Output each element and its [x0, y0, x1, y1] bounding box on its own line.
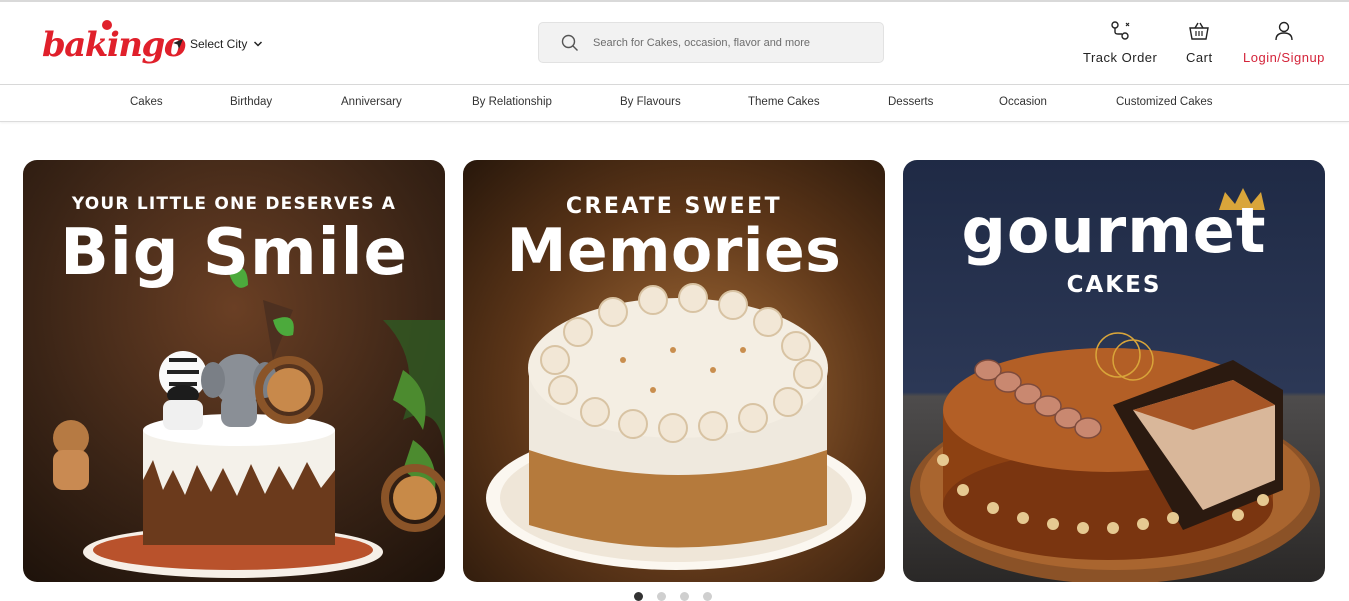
select-city-label: Select City	[190, 37, 248, 51]
logo-text: bakingo	[42, 25, 186, 65]
nav-item-by-relationship[interactable]: By Relationship	[472, 96, 552, 108]
banner-gourmet-cakes[interactable]: gourmet CAKES	[903, 160, 1325, 582]
nav-item-birthday[interactable]: Birthday	[230, 96, 272, 108]
nav-item-anniversary[interactable]: Anniversary	[341, 96, 402, 108]
carousel-dot-1[interactable]	[634, 592, 643, 601]
banner-big-smile[interactable]: YOUR LITTLE ONE DESERVES A Big Smile	[23, 160, 445, 582]
chevron-down-icon	[254, 41, 263, 47]
carousel-dot-3[interactable]	[680, 592, 689, 601]
cart-basket-icon	[1189, 22, 1210, 40]
cart-label: Cart	[1186, 50, 1213, 65]
search-icon	[561, 34, 578, 51]
track-order-icon	[1111, 21, 1130, 40]
cherry-icon	[102, 20, 112, 30]
nav-item-occasion[interactable]: Occasion	[999, 96, 1047, 108]
banner-1-headline: Big Smile	[60, 216, 408, 290]
track-order-button[interactable]: Track Order	[1083, 20, 1157, 65]
site-header: bakingo Select City Track Order Cart Log…	[0, 2, 1349, 84]
banner-2-headline: Memories	[506, 216, 842, 286]
banner-1-tagline: YOUR LITTLE ONE DESERVES A	[71, 194, 397, 214]
search-bar[interactable]	[538, 22, 884, 63]
login-signup-label: Login/Signup	[1243, 50, 1325, 65]
banner-create-sweet-memories[interactable]: CREATE SWEET Memories	[463, 160, 885, 582]
banner-3-subline: CAKES	[1066, 272, 1162, 298]
search-input[interactable]	[593, 36, 873, 49]
user-icon	[1275, 21, 1293, 41]
location-arrow-icon	[173, 39, 183, 49]
nav-item-desserts[interactable]: Desserts	[888, 96, 933, 108]
nav-item-theme-cakes[interactable]: Theme Cakes	[748, 96, 820, 108]
nav-item-customized-cakes[interactable]: Customized Cakes	[1116, 96, 1213, 108]
carousel-dots	[634, 592, 712, 601]
select-city-dropdown[interactable]: Select City	[172, 34, 263, 54]
login-signup-button[interactable]: Login/Signup	[1243, 20, 1325, 65]
track-order-label: Track Order	[1083, 50, 1158, 65]
cart-button[interactable]: Cart	[1186, 20, 1213, 65]
carousel-dot-2[interactable]	[657, 592, 666, 601]
carousel-dot-4[interactable]	[703, 592, 712, 601]
bakingo-logo[interactable]: bakingo	[42, 20, 186, 68]
banner-3-headline: gourmet	[961, 194, 1267, 267]
nav-item-cakes[interactable]: Cakes	[130, 96, 163, 108]
nav-item-by-flavours[interactable]: By Flavours	[620, 96, 681, 108]
category-nav: Cakes Birthday Anniversary By Relationsh…	[0, 85, 1349, 122]
